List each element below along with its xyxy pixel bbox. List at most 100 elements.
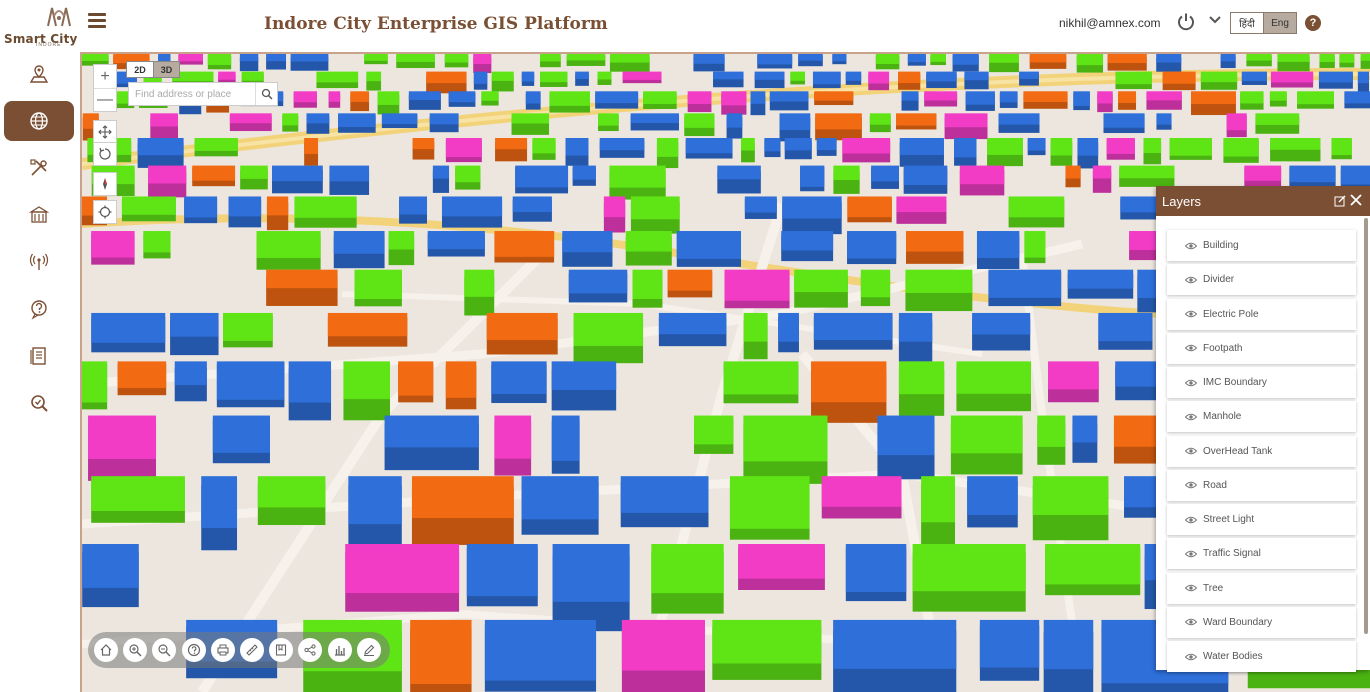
layer-item[interactable]: Footpath: [1167, 332, 1356, 364]
zoom-out-button[interactable]: —: [94, 88, 116, 111]
building-roof: [816, 137, 837, 151]
building-roof: [905, 231, 964, 252]
building-roof: [1072, 415, 1098, 443]
zoom-out-tool-button[interactable]: [152, 638, 177, 662]
building-roof: [1076, 54, 1104, 66]
building-roof: [1115, 71, 1152, 85]
measure-tool-button[interactable]: [239, 638, 264, 662]
zoom-in-tool-button[interactable]: [123, 638, 148, 662]
edit-tool-button[interactable]: [356, 638, 381, 662]
building-roof: [926, 71, 957, 82]
help-icon[interactable]: ?: [1305, 15, 1321, 31]
building-roof: [364, 54, 388, 61]
building-roof: [950, 415, 1023, 454]
building-roof: [174, 361, 207, 386]
building-roof: [685, 137, 733, 154]
eye-icon[interactable]: [1185, 276, 1197, 284]
sidebar-item-report[interactable]: [4, 336, 74, 376]
eye-icon[interactable]: [1185, 242, 1197, 250]
building-roof: [1024, 231, 1046, 258]
sidebar-item-tools[interactable]: [4, 148, 74, 188]
layer-item[interactable]: Electric Pole: [1167, 298, 1356, 330]
view-2d-button[interactable]: 2D: [127, 62, 153, 77]
sidebar: [0, 48, 79, 692]
eye-icon[interactable]: [1185, 379, 1197, 387]
building-roof: [630, 196, 680, 220]
locate-button[interactable]: [93, 200, 117, 224]
layer-name: OverHead Tank: [1203, 445, 1273, 457]
building-roof: [620, 476, 709, 513]
sidebar-item-building[interactable]: [4, 195, 74, 235]
home-icon: [100, 644, 112, 656]
layer-item[interactable]: OverHead Tank: [1167, 435, 1356, 467]
close-icon[interactable]: [1348, 192, 1364, 208]
rotate-button[interactable]: [93, 142, 117, 166]
building-roof: [1146, 91, 1182, 101]
building-roof: [473, 71, 488, 84]
bookmark-tool-button[interactable]: [269, 638, 294, 662]
zoom-in-button[interactable]: +: [94, 65, 116, 88]
view-3d-button[interactable]: 3D: [153, 62, 179, 77]
chart-tool-button[interactable]: [327, 638, 352, 662]
home-tool-button[interactable]: [94, 638, 118, 662]
search-button[interactable]: [255, 83, 277, 105]
layer-item[interactable]: Manhole: [1167, 401, 1356, 433]
layer-item[interactable]: Building: [1167, 230, 1356, 261]
eye-icon[interactable]: [1185, 516, 1197, 524]
compass-button[interactable]: [93, 172, 117, 196]
sidebar-item-map-location[interactable]: [4, 54, 74, 94]
building-roof: [1029, 54, 1067, 63]
eye-icon[interactable]: [1185, 413, 1197, 421]
layer-name: Street Light: [1203, 514, 1255, 525]
eye-icon[interactable]: [1185, 344, 1197, 352]
help-tool-button[interactable]: [181, 638, 206, 662]
eye-icon[interactable]: [1185, 618, 1197, 626]
layer-item[interactable]: IMC Boundary: [1167, 367, 1356, 398]
eye-icon[interactable]: [1185, 481, 1197, 489]
view-dimension-toggle: 2D 3D: [126, 61, 180, 78]
share-tool-button[interactable]: [298, 638, 323, 662]
pan-button[interactable]: [93, 120, 117, 144]
address-search: [128, 82, 278, 106]
layer-name: Electric Pole: [1203, 308, 1259, 320]
layer-item[interactable]: Ward Boundary: [1167, 606, 1356, 638]
menu-icon[interactable]: [88, 13, 106, 29]
building-roof: [798, 54, 823, 61]
sidebar-item-search[interactable]: [4, 383, 74, 423]
edit-icon[interactable]: [1334, 195, 1346, 207]
layer-item[interactable]: Road: [1167, 469, 1356, 501]
search-input[interactable]: [129, 83, 255, 105]
building-roof: [1270, 71, 1314, 83]
sidebar-item-antenna[interactable]: [4, 242, 74, 282]
building-roof: [921, 476, 956, 523]
layer-item[interactable]: Divider: [1167, 264, 1356, 296]
eye-icon[interactable]: [1185, 653, 1197, 661]
power-icon[interactable]: [1176, 12, 1196, 32]
layer-item[interactable]: Tree: [1167, 572, 1356, 604]
eye-icon[interactable]: [1185, 550, 1197, 558]
compass-icon: [103, 178, 107, 190]
building-roof: [338, 113, 376, 128]
sidebar-item-help[interactable]: [4, 289, 74, 329]
building-roof: [1073, 91, 1090, 106]
print-tool-button[interactable]: [210, 638, 235, 662]
eye-icon[interactable]: [1185, 447, 1197, 455]
building-roof: [399, 196, 428, 215]
building-roof: [907, 54, 926, 63]
sidebar-item-globe[interactable]: [4, 101, 74, 141]
layers-scrollbar[interactable]: [1364, 218, 1368, 634]
layer-item[interactable]: Street Light: [1167, 504, 1356, 535]
building-roof: [1246, 54, 1272, 61]
building-roof: [398, 361, 434, 396]
layer-item[interactable]: Traffic Signal: [1167, 538, 1356, 570]
layer-item[interactable]: Water Bodies: [1167, 641, 1356, 672]
eye-icon[interactable]: [1185, 584, 1197, 592]
smart-city-logo[interactable]: Smart City INDORE: [2, 2, 77, 48]
building-roof: [815, 113, 862, 130]
building-roof: [521, 71, 535, 82]
eye-icon[interactable]: [1185, 310, 1197, 318]
tools-icon: [30, 159, 47, 176]
lang-english-button[interactable]: Eng: [1264, 13, 1296, 33]
chevron-down-icon[interactable]: [1208, 14, 1222, 26]
lang-hindi-button[interactable]: हिंदी: [1231, 13, 1264, 33]
